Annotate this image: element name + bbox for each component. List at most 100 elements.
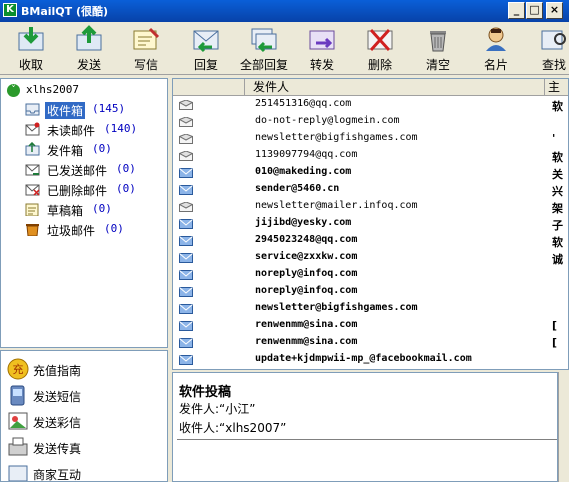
unread-envelope-icon (179, 270, 193, 280)
send-button[interactable]: 发送 (61, 22, 117, 74)
sms-icon (10, 385, 25, 406)
table-row[interactable]: update+kjdmpwii-mp_@facebookmail.com (173, 352, 568, 369)
maximize-button[interactable]: □ (526, 2, 543, 19)
row-subject: 软 (552, 100, 563, 113)
table-row[interactable]: noreply@infoq.com (173, 284, 568, 301)
column-subject[interactable]: 主 (545, 79, 568, 95)
table-row[interactable]: 010@makeding.com 关 (173, 165, 568, 182)
expand-icon[interactable]: ˅ (7, 84, 20, 97)
deleted-icon (25, 184, 40, 196)
reply-all-button[interactable]: 全部回复 (236, 22, 292, 74)
app-icon: K (3, 3, 17, 17)
unread-envelope-icon (179, 287, 193, 297)
toolbar: 收取 发送 写信 回复 全部回复 转发 删除 清空 名片 查找 (0, 22, 569, 75)
reply-button[interactable]: 回复 (178, 22, 234, 74)
outbox-icon (25, 142, 40, 156)
row-subject: 软 (552, 236, 563, 249)
table-row[interactable]: newsletter@bigfishgames.com ' (173, 131, 568, 148)
row-sender: newsletter@bigfishgames.com (255, 302, 418, 313)
fax-icon (8, 437, 28, 456)
close-button[interactable]: × (546, 2, 563, 19)
row-sender: update+kjdmpwii-mp_@facebookmail.com (255, 353, 472, 364)
row-subject: 软 (552, 151, 563, 164)
search-button[interactable]: 查找 (526, 22, 569, 74)
read-envelope-icon (179, 117, 193, 127)
title-bar: K BMailQT (很酷) _ □ × (0, 0, 569, 22)
recharge-icon: 充 (7, 358, 29, 380)
unread-envelope-icon (179, 185, 193, 195)
sent-icon (25, 164, 40, 176)
business-icon (8, 465, 28, 481)
unread-envelope-icon (179, 338, 193, 348)
list-header: 发件人 主 (173, 79, 568, 96)
read-envelope-icon (179, 134, 193, 144)
row-sender: 2945023248@qq.com (255, 234, 358, 245)
row-sender: sender@5460.cn (255, 183, 340, 194)
row-subject: [ (552, 319, 558, 332)
row-sender: noreply@infoq.com (255, 285, 358, 296)
table-row[interactable]: sender@5460.cn 兴 (173, 182, 568, 199)
drafts-icon (25, 203, 39, 216)
table-row[interactable]: do-not-reply@logmein.com (173, 114, 568, 131)
delete-button[interactable]: 删除 (352, 22, 408, 74)
table-row[interactable]: service@zxxkw.com 诚 (173, 250, 568, 267)
preview-scrollbar[interactable] (558, 372, 569, 482)
trash-icon (430, 31, 446, 52)
preview-divider (177, 439, 557, 440)
mms-icon (8, 412, 28, 430)
preview-pane: 软件投稿 发件人:“小江” 收件人:“xlhs2007” (172, 372, 558, 482)
row-sender: renwenmm@sina.com (255, 319, 358, 330)
table-row[interactable]: 251451316@qq.com 软 (173, 97, 568, 114)
preview-to: 收件人:“xlhs2007” (179, 421, 287, 435)
receive-button[interactable]: 收取 (3, 22, 59, 74)
unread-envelope-icon (179, 219, 193, 229)
delete-icon (367, 28, 393, 52)
row-sender: jijibd@yesky.com (255, 217, 352, 228)
shortcut-panel: 充 充值指南 发送短信 发送彩信 发送传真 商家互动 (0, 350, 168, 482)
table-row[interactable]: renwenmm@sina.com [ (173, 318, 568, 335)
unread-envelope-icon (179, 304, 193, 314)
preview-from: 发件人:“小江” (179, 402, 256, 416)
junk-icon (26, 224, 39, 236)
table-row[interactable]: newsletter@mailer.infoq.com 架 (173, 199, 568, 216)
empty-trash-button[interactable]: 清空 (410, 22, 466, 74)
svg-text:充: 充 (13, 362, 24, 376)
folder-panel: ˅ xlhs2007 收件箱 (145) 未读邮件 (140) 发件箱 (0) … (0, 78, 168, 348)
forward-button[interactable]: 转发 (294, 22, 350, 74)
row-subject: 架 (552, 202, 563, 215)
unread-icon (25, 122, 40, 136)
send-icon (76, 25, 102, 51)
receive-icon (18, 27, 44, 51)
reply-all-icon (251, 28, 277, 53)
read-envelope-icon (179, 100, 193, 110)
column-sender[interactable]: 发件人 (245, 79, 545, 95)
table-row[interactable]: 2945023248@qq.com 软 (173, 233, 568, 250)
row-subject: 子 (552, 219, 563, 232)
row-sender: renwenmm@sina.com (255, 336, 358, 347)
row-subject: 兴 (552, 185, 563, 198)
table-row[interactable]: jijibd@yesky.com 子 (173, 216, 568, 233)
table-row[interactable]: renwenmm@sina.com [ (173, 335, 568, 352)
message-list: 发件人 主 251451316@qq.com 软 do-not-reply@logm… (172, 78, 569, 370)
forward-icon (309, 30, 335, 50)
row-sender: do-not-reply@logmein.com (255, 115, 400, 126)
row-sender: 251451316@qq.com (255, 98, 352, 109)
table-row[interactable]: noreply@infoq.com (173, 267, 568, 284)
compose-icon (133, 27, 160, 50)
minimize-button[interactable]: _ (508, 2, 525, 19)
column-status[interactable] (173, 79, 245, 95)
read-envelope-icon (179, 202, 193, 212)
window-title: BMailQT (很酷) (21, 5, 109, 18)
row-subject: [ (552, 336, 558, 349)
row-sender: newsletter@bigfishgames.com (255, 132, 418, 143)
compose-button[interactable]: 写信 (118, 22, 174, 74)
contact-card-button[interactable]: 名片 (468, 22, 524, 74)
table-row[interactable]: 1139097794@qq.com 软 (173, 148, 568, 165)
table-row[interactable]: newsletter@bigfishgames.com (173, 301, 568, 318)
row-sender: service@zxxkw.com (255, 251, 358, 262)
unread-envelope-icon (179, 236, 193, 246)
row-sender: noreply@infoq.com (255, 268, 358, 279)
row-sender: newsletter@mailer.infoq.com (255, 200, 418, 211)
search-icon (541, 30, 566, 50)
read-envelope-icon (179, 151, 193, 161)
